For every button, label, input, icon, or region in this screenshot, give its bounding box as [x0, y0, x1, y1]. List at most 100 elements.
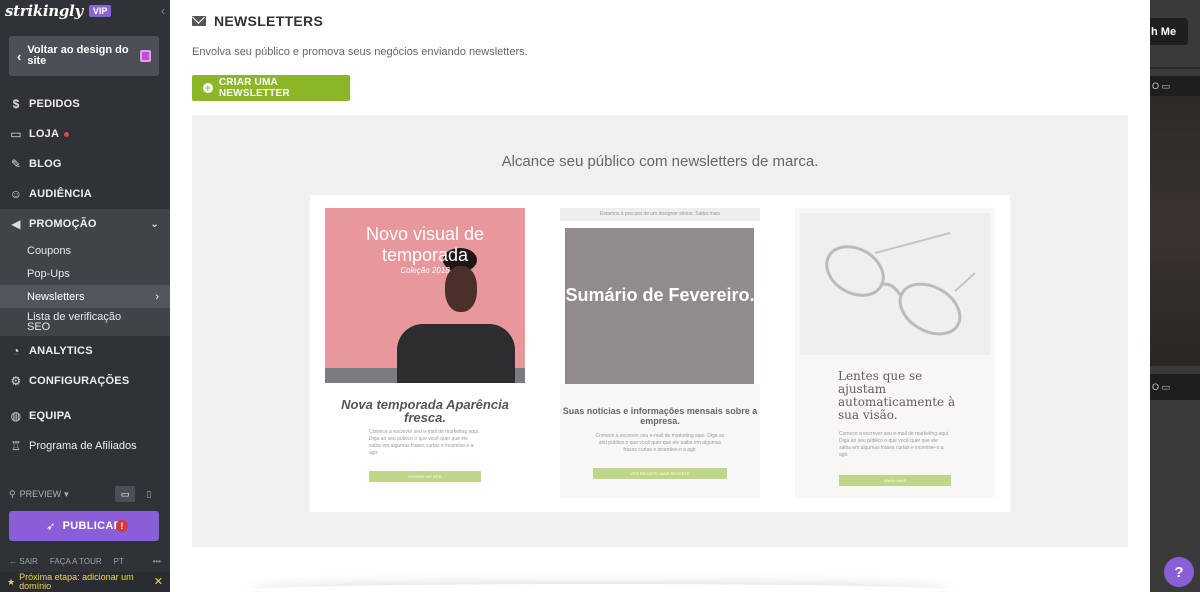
next-step-banner[interactable]: ★ Próxima etapa: adicionar um domínio ✕: [0, 572, 170, 592]
template-heading: Lentes que se ajustam automaticamente à …: [838, 369, 956, 422]
model-photo: [397, 248, 515, 383]
create-newsletter-label: CRIAR UMA NEWSLETTER: [218, 77, 290, 99]
sidebar-item-loja[interactable]: ▭ LOJA: [0, 119, 170, 149]
card-shadow: [250, 584, 950, 592]
newsletters-panel: NEWSLETTERS Envolva seu público e promov…: [170, 0, 1150, 592]
gear-icon: ⚙: [10, 374, 22, 388]
close-icon[interactable]: ✕: [154, 576, 163, 587]
sidebar-item-label: ANALYTICS: [29, 345, 93, 357]
sidebar-item-promocao[interactable]: ◀ PROMOÇÃO ⌄: [0, 209, 170, 239]
preview-dropdown[interactable]: PREVIEW: [20, 489, 62, 499]
megaphone-icon: ◀: [11, 217, 21, 231]
rocket-icon: ➶: [46, 520, 56, 533]
sidebar-item-affiliates[interactable]: ♖ Programa de Afiliados: [0, 431, 170, 461]
dollar-icon: $: [12, 97, 20, 111]
desktop-view-icon[interactable]: ▭: [115, 486, 135, 502]
promocao-submenu: Coupons Pop-Ups Newsletters › Lista de v…: [0, 239, 170, 336]
page-title: NEWSLETTERS: [214, 13, 324, 29]
template-hero-subtitle: Coleção 2018: [400, 266, 450, 275]
help-button[interactable]: ?: [1164, 557, 1194, 587]
user-icon: ☺: [9, 187, 23, 201]
vip-badge: VIP: [88, 5, 112, 17]
plus-circle-icon: +: [203, 83, 213, 93]
publish-button[interactable]: ➶ PUBLICAR !: [9, 511, 159, 541]
template-preview-strip: Novo visual de temporada Coleção 2018 No…: [310, 195, 1010, 512]
search-icon: ⚲: [9, 488, 16, 499]
sidebar-item-label: Programa de Afiliados: [29, 440, 137, 452]
sidebar-item-analytics[interactable]: ◔ ANALYTICS: [0, 336, 170, 366]
background-strip: O ▭: [1150, 374, 1200, 400]
publish-label: PUBLICAR: [62, 520, 122, 532]
sidebar-item-popups[interactable]: Pop-Ups: [0, 262, 170, 285]
template-cta: ENTRAR NO SITE: [369, 471, 481, 482]
page-header: NEWSLETTERS: [192, 13, 323, 29]
template-hero-title: Sumário de Fevereiro.: [565, 285, 755, 305]
newsletter-promo: Alcance seu público com newsletters de m…: [192, 115, 1128, 547]
sidebar-item-seo-checklist[interactable]: Lista de verificação SEO: [0, 308, 170, 336]
sidebar-item-newsletters[interactable]: Newsletters ›: [0, 285, 170, 308]
pen-icon: ✎: [10, 157, 22, 171]
store-icon: ▭: [10, 127, 22, 141]
mobile-view-icon[interactable]: ▯: [139, 486, 159, 502]
newsletter-template-card: Novo visual de temporada Coleção 2018 No…: [325, 208, 525, 498]
logo: strikingly: [5, 2, 83, 20]
chart-icon: ◔: [12, 344, 20, 358]
template-hero-image: Novo visual de temporada Coleção 2018: [325, 208, 525, 383]
sidebar-item-blog[interactable]: ✎ BLOG: [0, 149, 170, 179]
template-cta: VER PROJETO MAIS RECENTE: [593, 468, 727, 479]
sidebar-item-pedidos[interactable]: $ PEDIDOS: [0, 89, 170, 119]
sidebar-item-label: AUDIÊNCIA: [29, 188, 92, 200]
sidebar-item-coupons[interactable]: Coupons: [0, 239, 170, 262]
promo-headline: Alcance seu público com newsletters de m…: [501, 153, 819, 170]
newsletter-template-card: Lentes que se ajustam automaticamente à …: [795, 208, 995, 498]
template-hero-title: Novo visual de temporada: [365, 224, 485, 265]
sidebar-footer: ← SAIR FAÇA A TOUR PT •••: [9, 557, 161, 566]
sidebar-item-label: Lista de verificação SEO: [27, 311, 122, 333]
sidebar-item-configuracoes[interactable]: ⚙ CONFIGURAÇÕES: [0, 366, 170, 396]
sidebar-item-label: PEDIDOS: [29, 98, 80, 110]
trophy-icon: ♖: [10, 439, 22, 453]
tour-link[interactable]: FAÇA A TOUR: [50, 557, 102, 566]
back-to-site-design-label: Voltar ao design do site: [27, 44, 129, 67]
site-design-icon: [140, 50, 151, 62]
eyeglasses-icon: [825, 232, 976, 336]
back-to-site-design-button[interactable]: ‹ Voltar ao design do site: [9, 36, 159, 76]
chevron-left-icon: ‹: [17, 48, 22, 64]
sidebar-item-label: PROMOÇÃO: [29, 218, 97, 230]
more-icon[interactable]: •••: [153, 557, 161, 566]
template-hero-image: [565, 228, 754, 384]
background-photo: [1150, 96, 1200, 366]
template-heading: Nova temporada Aparência fresca.: [341, 397, 509, 425]
template-body: Comece a escrever seu e-mail de marketin…: [839, 431, 950, 458]
star-icon: ★: [7, 576, 16, 587]
warning-icon: !: [116, 520, 128, 532]
exit-link[interactable]: ← SAIR: [9, 557, 38, 566]
template-top-bar: Estamos à procura de um designer sênior.…: [560, 208, 760, 221]
logo-row: strikingly VIP ‹: [0, 0, 170, 22]
sidebar-item-label: CONFIGURAÇÕES: [29, 375, 130, 387]
notification-dot: [64, 131, 70, 137]
next-step-text: Próxima etapa: adicionar um domínio: [19, 572, 134, 591]
sidebar-item-label: Newsletters: [27, 290, 85, 303]
chevron-right-icon: ›: [155, 290, 159, 303]
eyeglasses-image: [800, 213, 990, 355]
template-body: Comece a escrever seu e-mail de marketin…: [369, 429, 480, 456]
page-description: Envolva seu público e promova seus negóc…: [192, 46, 528, 58]
caret-down-icon: ▾: [64, 488, 69, 499]
language-selector[interactable]: PT: [114, 557, 124, 566]
sidebar-item-audiencia[interactable]: ☺ AUDIÊNCIA: [0, 179, 170, 209]
collapse-sidebar-icon[interactable]: ‹: [161, 4, 165, 18]
preview-row: ⚲ PREVIEW ▾ ▭ ▯: [9, 486, 159, 502]
sidebar: strikingly VIP ‹ ‹ Voltar ao design do s…: [0, 0, 170, 592]
template-cta: SAIBA MAIS: [839, 475, 951, 486]
template-body: Comece a escrever seu e-mail de marketin…: [595, 433, 725, 453]
background-divider: [1150, 67, 1200, 69]
sidebar-item-label: BLOG: [29, 158, 62, 170]
chevron-down-icon: ⌄: [150, 218, 159, 230]
template-heading: Suas notícias e informações mensais sobr…: [562, 406, 758, 426]
sidebar-item-label: EQUIPA: [29, 410, 72, 422]
create-newsletter-button[interactable]: + CRIAR UMA NEWSLETTER: [192, 75, 350, 101]
background-strip: O ▭: [1150, 76, 1200, 96]
sidebar-item-label: LOJA: [29, 128, 60, 140]
sidebar-item-equipa[interactable]: ◍ EQUIPA: [0, 401, 170, 431]
